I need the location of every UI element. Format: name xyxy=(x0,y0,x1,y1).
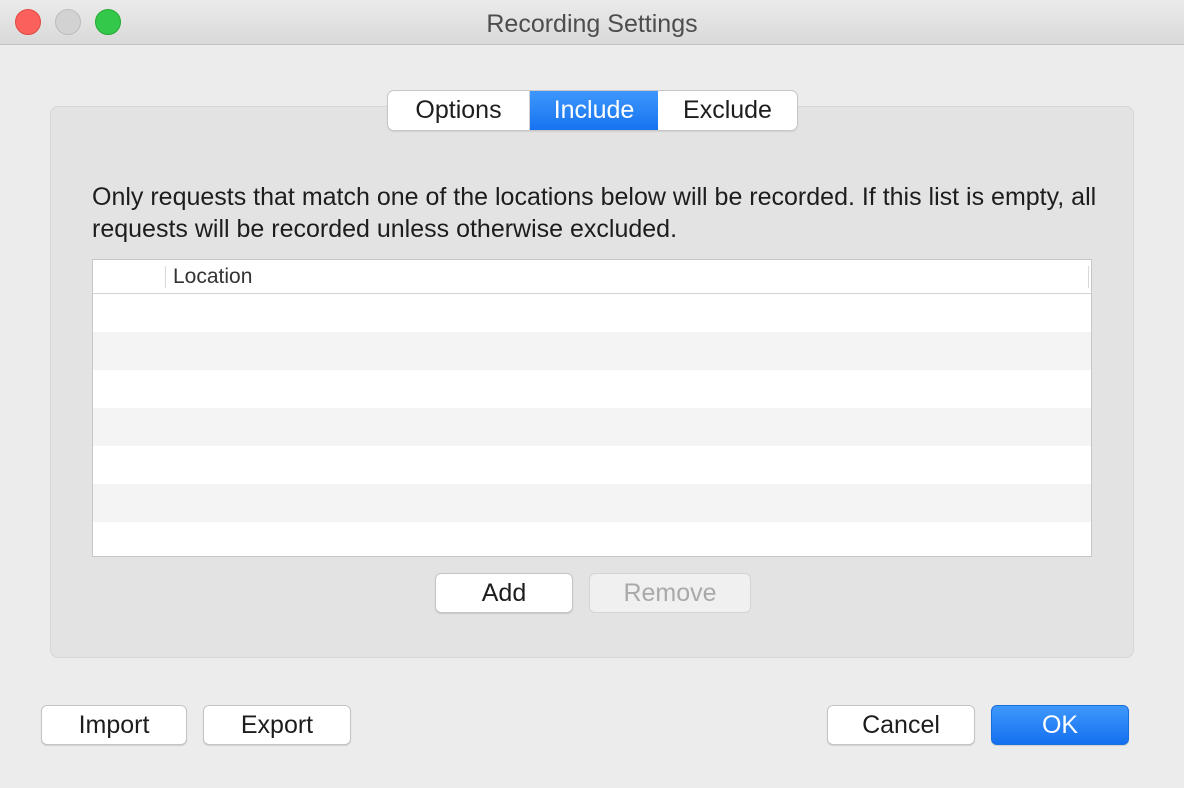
remove-button: Remove xyxy=(589,573,751,613)
recording-settings-window: Recording Settings Options Include Exclu… xyxy=(0,0,1184,788)
column-header-location[interactable]: Location xyxy=(173,265,252,289)
table-row[interactable] xyxy=(93,332,1091,370)
include-description: Only requests that match one of the loca… xyxy=(92,183,1097,243)
title-bar: Recording Settings xyxy=(0,0,1184,45)
table-row[interactable] xyxy=(93,408,1091,446)
table-header: Location xyxy=(93,260,1091,294)
table-row[interactable] xyxy=(93,522,1091,556)
window-title: Recording Settings xyxy=(486,10,698,38)
import-button[interactable]: Import xyxy=(41,705,187,745)
table-body[interactable] xyxy=(93,294,1091,556)
tab-include[interactable]: Include xyxy=(530,91,658,130)
table-row[interactable] xyxy=(93,446,1091,484)
column-divider[interactable] xyxy=(1088,266,1089,288)
cancel-button[interactable]: Cancel xyxy=(827,705,975,745)
export-button[interactable]: Export xyxy=(203,705,351,745)
table-row[interactable] xyxy=(93,484,1091,522)
ok-button[interactable]: OK xyxy=(991,705,1129,745)
tab-segmented-control: Options Include Exclude xyxy=(387,90,798,131)
tab-options[interactable]: Options xyxy=(388,91,530,130)
location-table[interactable]: Location xyxy=(92,259,1092,557)
table-row[interactable] xyxy=(93,294,1091,332)
add-button[interactable]: Add xyxy=(435,573,573,613)
table-row[interactable] xyxy=(93,370,1091,408)
tab-exclude[interactable]: Exclude xyxy=(658,91,797,130)
column-divider[interactable] xyxy=(165,266,166,288)
